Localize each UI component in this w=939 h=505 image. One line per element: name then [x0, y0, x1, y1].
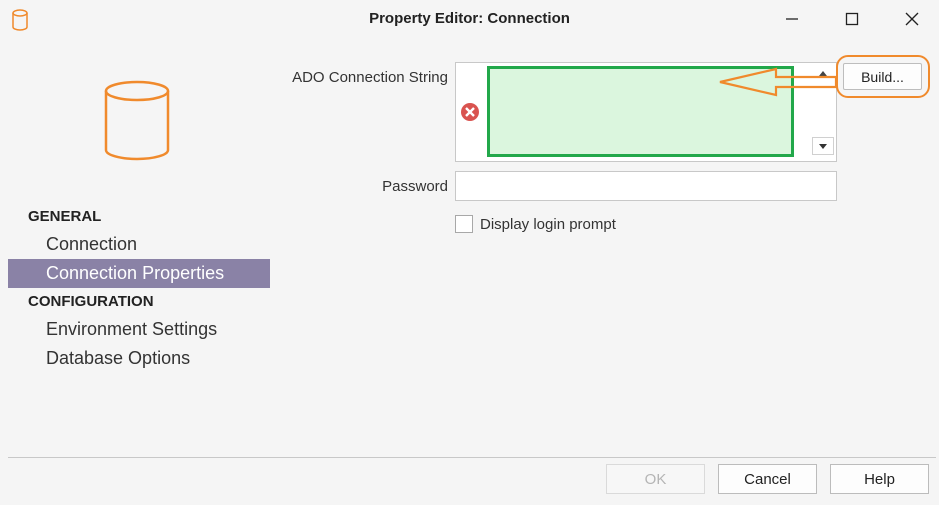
- ado-connection-string-input[interactable]: [487, 66, 794, 157]
- close-button[interactable]: [890, 4, 934, 34]
- error-icon: [461, 103, 479, 121]
- nav-item-environment-settings[interactable]: Environment Settings: [8, 315, 270, 344]
- ok-button[interactable]: OK: [606, 464, 705, 494]
- build-button[interactable]: Build...: [843, 63, 922, 90]
- password-input[interactable]: [455, 171, 837, 201]
- minimize-icon: [786, 18, 798, 20]
- title-bar: Property Editor: Connection: [0, 0, 939, 38]
- dropdown-arrow-icon[interactable]: [812, 137, 834, 155]
- cancel-button[interactable]: Cancel: [718, 464, 817, 494]
- ado-connection-string-label: ADO Connection String: [292, 69, 448, 86]
- close-icon: [905, 12, 919, 26]
- nav-header-configuration: CONFIGURATION: [28, 293, 154, 310]
- minimize-button[interactable]: [770, 4, 814, 34]
- database-icon: [104, 80, 170, 161]
- scroll-up-icon[interactable]: [812, 66, 834, 80]
- sidebar-nav: GENERAL Connection Connection Properties…: [8, 203, 270, 373]
- maximize-button[interactable]: [830, 4, 874, 34]
- help-button[interactable]: Help: [830, 464, 929, 494]
- display-login-prompt-checkbox[interactable]: [455, 215, 473, 233]
- nav-item-connection-properties[interactable]: Connection Properties: [8, 259, 270, 288]
- maximize-icon: [845, 12, 859, 26]
- nav-header-general: GENERAL: [28, 208, 102, 225]
- display-login-prompt-label[interactable]: Display login prompt: [480, 216, 616, 233]
- footer-divider: [8, 457, 936, 458]
- nav-item-connection[interactable]: Connection: [8, 230, 270, 259]
- nav-item-database-options[interactable]: Database Options: [8, 344, 270, 373]
- password-label: Password: [382, 178, 448, 195]
